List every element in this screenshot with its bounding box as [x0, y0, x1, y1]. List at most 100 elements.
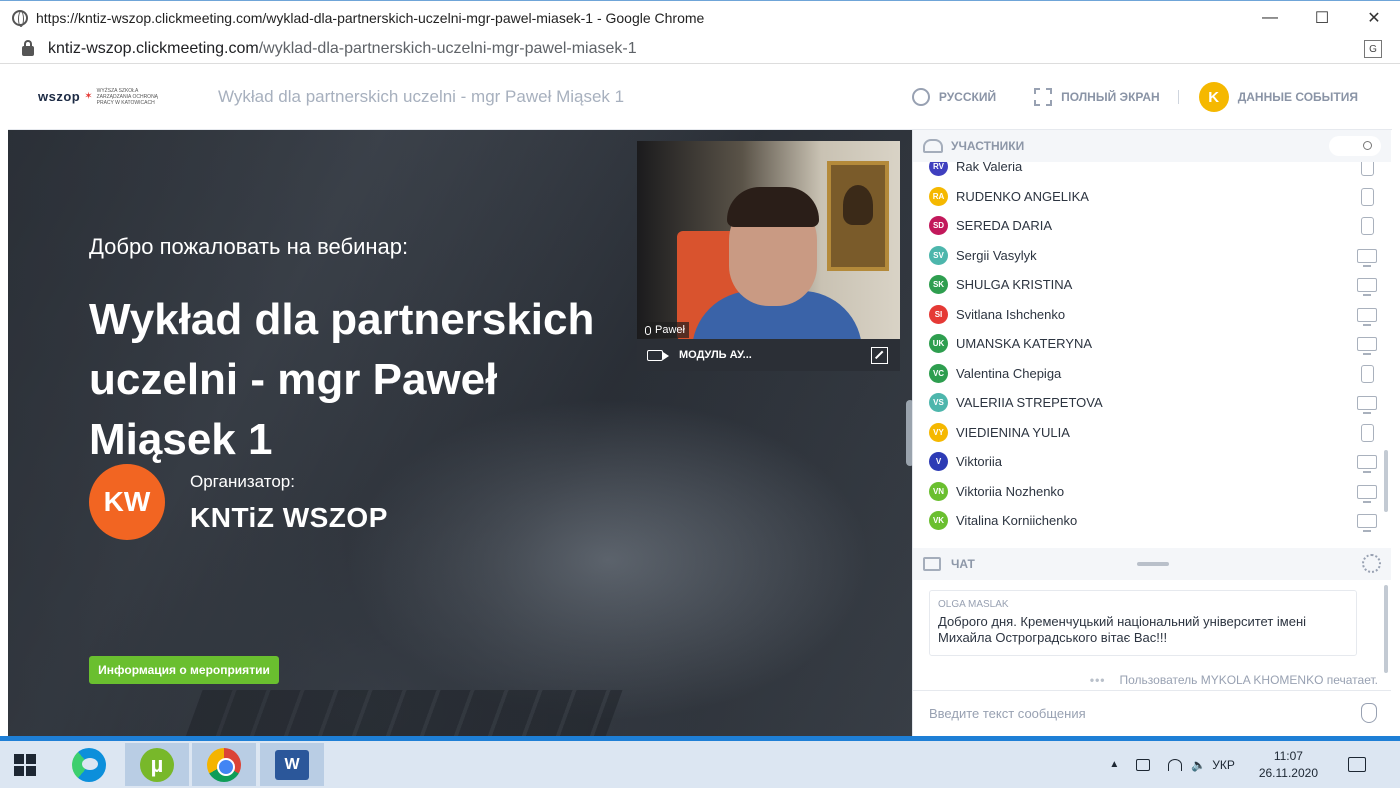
fullscreen-button[interactable]: ПОЛНЫЙ ЭКРАН: [1034, 88, 1160, 106]
event-title: Wykład dla partnerskich uczelni - mgr Pa…: [218, 86, 625, 106]
video-person-hair: [727, 187, 819, 227]
url-path[interactable]: /wyklad-dla-partnerskich-uczelni-mgr-paw…: [259, 40, 637, 58]
desktop-device-icon: [1357, 307, 1377, 326]
participants-scrollbar[interactable]: [1384, 450, 1388, 512]
chat-scrollbar[interactable]: [1384, 585, 1388, 673]
wszop-logo: wszop ✶ WYŻSZA SZKOŁA ZARZĄDZANIA OCHRON…: [38, 88, 168, 106]
typing-dots-icon: •••: [1089, 673, 1106, 687]
video-painting: [827, 161, 889, 271]
participant-row[interactable]: SI Svitlana Ishchenko: [913, 300, 1383, 330]
taskbar-utorrent[interactable]: µ: [125, 743, 189, 786]
gear-icon[interactable]: [1362, 554, 1381, 573]
word-icon: W: [275, 749, 309, 780]
user-avatar: K: [1198, 82, 1229, 112]
window-title: https://kntiz-wszop.clickmeeting.com/wyk…: [36, 9, 705, 26]
minimize-button[interactable]: —: [1244, 1, 1296, 35]
presenter-name: Paweł: [655, 324, 685, 336]
message-text: Доброго дня. Кременчуцький національний …: [938, 614, 1307, 645]
start-button[interactable]: [0, 741, 50, 788]
participant-row[interactable]: V Viktoriia: [913, 447, 1383, 477]
organizer-avatar: KW: [89, 464, 165, 540]
participant-avatar: SK: [929, 275, 948, 295]
participants-header[interactable]: УЧАСТНИКИ: [913, 130, 1391, 162]
participants-list: RV Rak Valeria RA RUDENKO ANGELIKA SD SEREDA …: [913, 162, 1391, 548]
welcome-text: Добро пожаловать на вебинар:: [89, 234, 409, 259]
participant-row[interactable]: SV Sergii Vasylyk: [913, 241, 1383, 271]
participant-avatar: SD: [929, 216, 948, 236]
chat-drag-handle[interactable]: [1137, 562, 1169, 566]
participant-row[interactable]: VC Valentina Chepiga: [913, 359, 1383, 389]
participant-row[interactable]: RA RUDENKO ANGELIKA: [913, 182, 1383, 212]
language-label: РУССКИЙ: [938, 90, 997, 104]
desktop-device-icon: [1357, 514, 1377, 532]
windows-taskbar: µ W ▲ 🔈 УКР 11:07 26.11.2020: [0, 741, 1400, 788]
wifi-icon[interactable]: [1168, 758, 1183, 771]
translate-icon[interactable]: G: [1364, 40, 1382, 58]
participant-row[interactable]: VY VIEDIENINA YULIA: [913, 418, 1383, 448]
chat-message-input[interactable]: Введите текст сообщения: [913, 690, 1391, 736]
desktop-device-icon: [1357, 396, 1377, 414]
input-language[interactable]: УКР: [1212, 758, 1235, 772]
participant-search-button[interactable]: [1329, 136, 1381, 156]
url-host[interactable]: kntiz-wszop.clickmeeting.com: [48, 40, 259, 58]
participant-avatar: UK: [929, 334, 948, 354]
clock[interactable]: 11:07 26.11.2020: [1259, 748, 1318, 782]
logo-subtitle: WYŻSZA SZKOŁA ZARZĄDZANIA OCHRONĄ PRACY …: [96, 87, 159, 106]
participant-name: RUDENKO ANGELIKA: [956, 188, 1089, 204]
chrome-icon: [207, 747, 241, 782]
clock-date: 26.11.2020: [1258, 765, 1318, 780]
desktop-device-icon: [1357, 484, 1377, 503]
tray-overflow-icon[interactable]: ▲: [1109, 759, 1119, 770]
av-module-label[interactable]: МОДУЛЬ АУ...: [679, 349, 752, 361]
desktop-device-icon: [1357, 337, 1377, 355]
organizer-label: Организатор:: [190, 472, 295, 491]
participant-name: VALERIIA STREPETOVA: [956, 395, 1103, 411]
notifications-icon[interactable]: [1348, 757, 1366, 772]
chat-icon: [923, 557, 941, 571]
participant-row[interactable]: VS VALERIIA STREPETOVA: [913, 388, 1383, 418]
language-selector[interactable]: РУССКИЙ: [911, 88, 997, 106]
participant-name: VIEDIENINA YULIA: [956, 424, 1070, 440]
taskbar-chrome[interactable]: [192, 743, 256, 786]
people-icon: [923, 139, 943, 153]
participant-row[interactable]: VN Viktoriia Nozhenko: [913, 477, 1383, 507]
participant-row[interactable]: UK UMANSKA KATERYNA: [913, 329, 1383, 359]
presenter-video[interactable]: Paweł МОДУЛЬ АУ...: [637, 141, 900, 371]
event-data-label: ДАННЫЕ СОБЫТИЯ: [1237, 90, 1358, 104]
edge-icon: [72, 747, 106, 782]
participant-row[interactable]: VK Vitalina Korniichenko: [913, 506, 1383, 536]
chat-header[interactable]: ЧАТ: [913, 548, 1391, 580]
raise-hand-icon[interactable]: [1361, 703, 1377, 723]
camera-icon[interactable]: [647, 349, 669, 361]
participant-name: SHULGA KRISTINA: [956, 277, 1073, 293]
close-button[interactable]: ✕: [1348, 1, 1400, 35]
participant-row[interactable]: RV Rak Valeria: [913, 162, 1383, 182]
chat-title: ЧАТ: [951, 557, 975, 571]
address-bar[interactable]: kntiz-wszop.clickmeeting.com/wyklad-dla-…: [0, 34, 1400, 64]
participant-name: Rak Valeria: [956, 162, 1023, 175]
lock-icon[interactable]: [22, 39, 34, 56]
maximize-button[interactable]: ☐: [1296, 1, 1348, 35]
event-info-button[interactable]: Информация о мероприятии: [89, 656, 279, 684]
volume-icon[interactable]: 🔈: [1191, 758, 1206, 772]
expand-icon[interactable]: [871, 347, 888, 364]
participant-row[interactable]: SK SHULGA KRISTINA: [913, 270, 1383, 300]
desktop-device-icon: [1357, 455, 1377, 473]
participants-title: УЧАСТНИКИ: [951, 139, 1025, 153]
window-edge-right: [1392, 64, 1400, 736]
header-actions: РУССКИЙ ПОЛНЫЙ ЭКРАН K ДАННЫЕ СОБЫТИЯ: [874, 64, 1358, 130]
participant-name: Viktoriia Nozhenko: [956, 483, 1065, 499]
typing-text: Пользователь MYKOLA KHOMENKO печатает.: [1119, 673, 1378, 687]
participant-name: Svitlana Ishchenko: [956, 306, 1066, 322]
participant-avatar: SV: [929, 245, 948, 265]
window-controls: — ☐ ✕: [1244, 1, 1400, 35]
taskbar-word[interactable]: W: [260, 743, 324, 786]
taskbar-edge[interactable]: [57, 743, 121, 786]
participant-row[interactable]: SD SEREDA DARIA: [913, 211, 1383, 241]
participant-avatar: SI: [929, 304, 948, 324]
typing-indicator: ••• Пользователь MYKOLA KHOMENKO печатает…: [1090, 673, 1378, 687]
participant-avatar: RV: [929, 162, 948, 177]
battery-icon[interactable]: [1136, 758, 1151, 771]
web-device-icon: [1361, 162, 1374, 176]
event-data-button[interactable]: K ДАННЫЕ СОБЫТИЯ: [1198, 82, 1358, 112]
